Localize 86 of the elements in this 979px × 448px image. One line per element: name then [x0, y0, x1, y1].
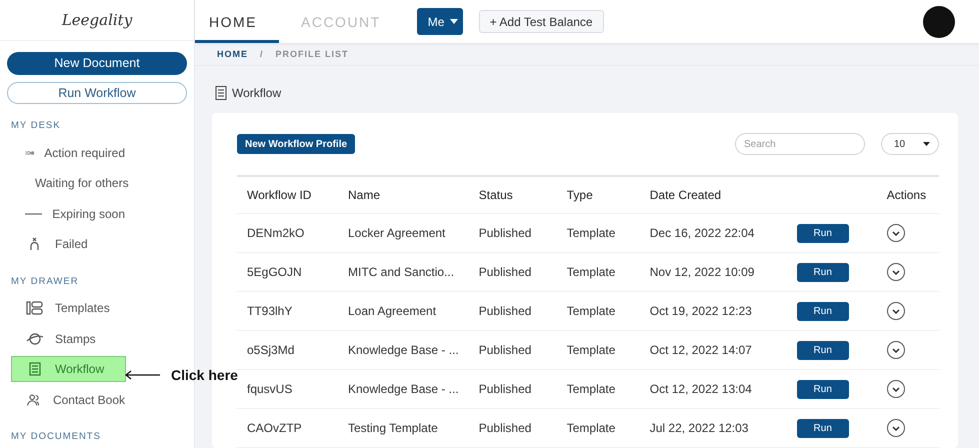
- table-cell: Locker Agreement: [348, 226, 446, 240]
- table-cell: Loan Agreement: [348, 304, 436, 318]
- sidebar-item[interactable]: Stamps: [11, 325, 126, 352]
- table-cell: Testing Template: [348, 421, 438, 435]
- table-cell: MITC and Sanctio...: [348, 265, 454, 279]
- sidebar-item[interactable]: Failed: [11, 231, 126, 258]
- line-icon: [25, 212, 42, 215]
- table-cell: Nov 12, 2022 10:09: [650, 265, 754, 279]
- expand-button[interactable]: [886, 419, 905, 437]
- table-cell: fqusvUS: [247, 382, 292, 396]
- expand-button[interactable]: [886, 224, 905, 242]
- table-cell: Oct 12, 2022 13:04: [650, 382, 752, 396]
- run-button[interactable]: Run: [796, 302, 849, 320]
- breadcrumb-link[interactable]: HOME: [217, 48, 248, 59]
- run-button[interactable]: Run: [796, 340, 849, 360]
- table-cell: Knowledge Base - ...: [348, 382, 459, 396]
- expand-button[interactable]: [886, 302, 905, 320]
- table-cell: TT93lhY: [247, 304, 292, 318]
- sidebar-item[interactable]: Contact Book: [11, 386, 126, 414]
- breadcrumb-separator: /: [260, 48, 264, 59]
- logo: Leegality: [62, 10, 132, 29]
- caret-icon: [923, 142, 930, 146]
- table-cell: Jul 22, 2022 12:03: [650, 421, 748, 435]
- chevron-down-icon: [892, 426, 900, 430]
- sidebar-item[interactable]: Action required: [11, 139, 126, 166]
- table-cell: Published: [478, 265, 532, 279]
- document-icon: [214, 85, 228, 102]
- chevron-down-icon: [892, 230, 900, 236]
- table-cell: DENm2kO: [247, 226, 304, 240]
- run-workflow-button[interactable]: Run Workflow: [7, 82, 187, 104]
- expand-button[interactable]: [886, 263, 905, 281]
- table-cell: Published: [478, 421, 532, 435]
- table-cell: Template: [566, 343, 616, 357]
- sidebar-item[interactable]: Waiting for others: [11, 170, 126, 197]
- annotation-text: Click here: [171, 367, 238, 383]
- table-cell: Template: [566, 304, 616, 318]
- column-header: Status: [478, 188, 513, 202]
- table-cell: Oct 19, 2022 12:23: [650, 304, 752, 318]
- section-title: MY DOCUMENTS: [10, 431, 102, 442]
- page-title: Workflow: [232, 86, 282, 100]
- table-cell: Template: [566, 421, 616, 435]
- layout-icon: [25, 301, 45, 315]
- section-title: MY DESK: [10, 120, 62, 132]
- avatar[interactable]: [923, 6, 955, 38]
- arrow-icon: [125, 370, 161, 380]
- table-cell: Published: [478, 343, 532, 357]
- column-header: Actions: [886, 188, 926, 202]
- run-button[interactable]: Run: [796, 262, 849, 282]
- user-menu-button[interactable]: Me: [416, 8, 463, 35]
- column-header: Date Created: [650, 188, 722, 202]
- section-title: MY DRAWER: [10, 276, 80, 287]
- nav-tab[interactable]: HOME: [195, 0, 279, 43]
- caret-icon: [450, 19, 458, 24]
- column-header: Workflow ID: [247, 188, 312, 202]
- table-cell: CAOvZTP: [247, 421, 302, 435]
- sidebar-item[interactable]: Workflow: [11, 356, 126, 382]
- table-cell: Knowledge Base - ...: [348, 343, 459, 357]
- table-cell: Dec 16, 2022 22:04: [650, 226, 754, 240]
- table-cell: Published: [478, 304, 532, 318]
- table-cell: Template: [566, 265, 616, 279]
- page-size-select[interactable]: 10: [881, 133, 939, 155]
- add-balance-button[interactable]: + Add Test Balance: [478, 10, 604, 33]
- chevron-down-icon: [892, 308, 900, 314]
- search-field[interactable]: Search: [735, 133, 865, 155]
- column-header: Type: [566, 188, 593, 202]
- run-button[interactable]: Run: [796, 418, 849, 438]
- table-cell: Published: [478, 226, 532, 240]
- new-workflow-profile-button[interactable]: New Workflow Profile: [237, 134, 356, 154]
- expand-button[interactable]: [886, 380, 905, 398]
- table-cell: Template: [566, 226, 616, 240]
- planet-icon: [25, 332, 45, 346]
- chevron-down-icon: [892, 386, 900, 392]
- sidebar-item[interactable]: Templates: [11, 294, 126, 322]
- table-cell: Template: [566, 382, 616, 396]
- run-button[interactable]: Run: [796, 380, 849, 398]
- table-cell: Oct 12, 2022 14:07: [650, 343, 752, 357]
- expand-button[interactable]: [886, 341, 905, 359]
- table-cell: o5Sj3Md: [247, 343, 294, 357]
- chevron-down-icon: [892, 348, 900, 352]
- table-cell: 5EgGOJN: [247, 265, 302, 279]
- table-cell: Published: [478, 382, 532, 396]
- column-header: Name: [348, 188, 380, 202]
- chevron-down-icon: [892, 270, 900, 274]
- sidebar-item[interactable]: Expiring soon: [11, 200, 126, 228]
- run-button[interactable]: Run: [796, 224, 849, 242]
- new-document-button[interactable]: New Document: [7, 52, 187, 74]
